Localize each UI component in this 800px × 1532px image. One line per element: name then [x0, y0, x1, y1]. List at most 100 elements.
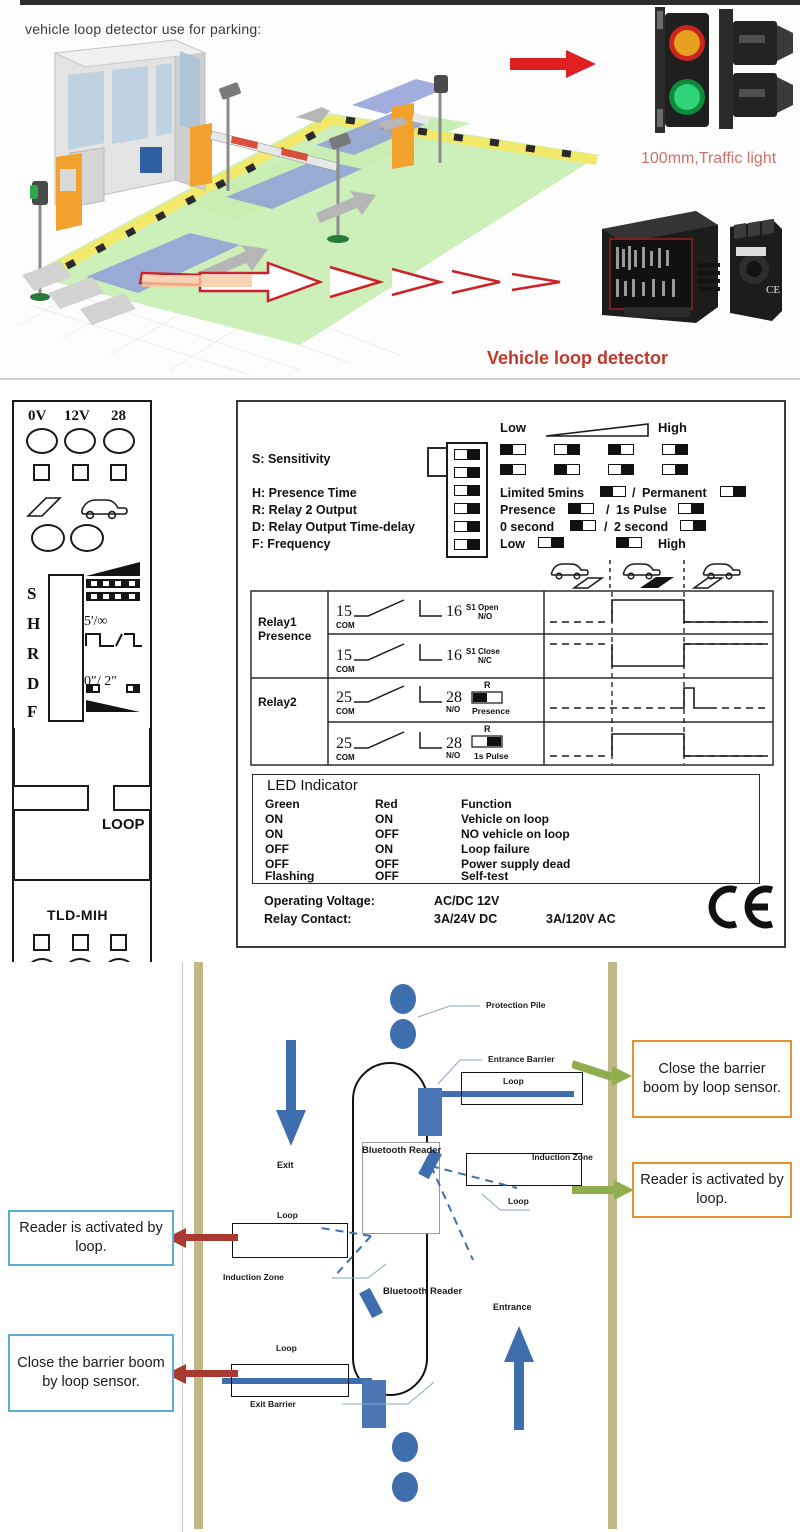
- parking-scene-photo-section: vehicle loop detector use for parking: 1…: [0, 5, 800, 378]
- terminal-square-2: [72, 464, 89, 481]
- dip-switch-window[interactable]: [48, 574, 84, 722]
- switch-function-d: D: Relay Output Time-delay: [252, 520, 415, 534]
- led-header-green: Green: [265, 797, 300, 811]
- led-r4-red: OFF: [375, 869, 399, 883]
- led-r2-green: OFF: [265, 842, 289, 856]
- led-r2-func: Loop failure: [461, 842, 530, 856]
- callout-close-barrier-left: Close the barrier boom by loop sensor.: [8, 1334, 174, 1412]
- entrance-direction-arrow: [504, 1326, 534, 1430]
- svg-text:16: 16: [446, 603, 462, 620]
- led-r2-red: ON: [375, 842, 393, 856]
- frequency-low-label: Low: [500, 537, 525, 551]
- frequency-sw-high: [616, 537, 642, 548]
- terminal-hole-0v: [26, 428, 58, 454]
- svg-text:25: 25: [336, 735, 352, 752]
- svg-text:CE: CE: [766, 284, 780, 296]
- svg-text:28: 28: [446, 689, 462, 706]
- panel-symbol-column: [85, 562, 142, 712]
- sensitivity-sw-1a: [500, 444, 526, 455]
- presence-time-sw-a: [600, 486, 626, 497]
- svg-text:16: 16: [446, 647, 462, 664]
- svg-text:COM: COM: [336, 665, 355, 674]
- dip-switch-6[interactable]: [454, 539, 480, 550]
- exit-direction-arrow: [276, 1040, 306, 1146]
- svg-text:COM: COM: [336, 753, 355, 762]
- entrance-label: Entrance: [493, 1302, 532, 1312]
- presence-time-sw-b: [720, 486, 746, 497]
- sensitivity-sw-4b: [662, 464, 688, 475]
- svg-text:R: R: [484, 724, 491, 734]
- operating-voltage-value: AC/DC 12V: [434, 894, 500, 908]
- led-indicator-title: LED Indicator: [267, 777, 358, 794]
- exit-label: Exit: [277, 1160, 294, 1170]
- terminal-hole-28: [103, 428, 135, 454]
- bottom-square-3: [110, 934, 127, 951]
- red-arrow-to-callout-4: [166, 1364, 238, 1384]
- svg-text:S1 Close: S1 Close: [466, 647, 500, 656]
- svg-text:R: R: [484, 680, 491, 690]
- symbol-time-delay: 0″/ 2″: [84, 674, 118, 689]
- callout-reader-activated-left: Reader is activated by loop.: [8, 1210, 174, 1266]
- entrance-barrier-label: Entrance Barrier: [488, 1054, 555, 1064]
- svg-text:25: 25: [336, 689, 352, 706]
- relay-timing-table: Relay1 Presence Relay2 15 COM 16 S1 Open…: [250, 590, 774, 766]
- model-name: TLD-MIH: [47, 907, 109, 923]
- loop-and-car-icons: [26, 497, 128, 520]
- traffic-light-caption: 100mm,Traffic light: [641, 150, 777, 167]
- vehicle-state-header-icons: [550, 560, 741, 592]
- induction-zone-label-left: Induction Zone: [223, 1272, 284, 1282]
- svg-text:N/O: N/O: [446, 751, 460, 760]
- green-arrow-to-callout-2: [572, 1180, 634, 1200]
- switch-function-h: H: Presence Time: [252, 486, 357, 500]
- bottom-square-2: [72, 934, 89, 951]
- led-hole-green: [31, 524, 65, 552]
- sensitivity-sw-1b: [500, 464, 526, 475]
- induction-zone-label-right: Induction Zone: [532, 1152, 593, 1162]
- callout-close-barrier-right: Close the barrier boom by loop sensor.: [632, 1040, 792, 1118]
- led-r0-red: ON: [375, 812, 393, 826]
- sensitivity-sw-3b: [608, 464, 634, 475]
- frequency-sw-low: [538, 537, 564, 548]
- svg-text:COM: COM: [336, 621, 355, 630]
- terminal-hole-12v: [64, 428, 96, 454]
- relay2-option-a: Presence: [500, 503, 556, 517]
- led-r1-green: ON: [265, 827, 283, 841]
- presence-time-separator: /: [632, 486, 636, 500]
- dip-switch-3[interactable]: [454, 485, 480, 496]
- svg-text:N/O: N/O: [478, 612, 492, 621]
- svg-text:Relay1: Relay1: [258, 615, 297, 629]
- specification-card: S: Sensitivity H: Presence Time R: Relay…: [236, 400, 786, 948]
- sensitivity-sw-3a: [608, 444, 634, 455]
- parking-layout-section: Loop Loop Loop Loop Bluetooth Reader Blu…: [0, 962, 800, 1532]
- sensitivity-low-label: Low: [500, 420, 526, 435]
- svg-text:15: 15: [336, 603, 352, 620]
- sensitivity-sw-2b: [554, 464, 580, 475]
- panel-letter-h: H: [27, 614, 41, 633]
- delay-sw-b: [680, 520, 706, 531]
- panel-letter-f: F: [27, 702, 38, 721]
- frequency-high-label: High: [658, 537, 686, 551]
- parking-lot-illustration: [19, 39, 600, 376]
- sensitivity-bracket: [427, 447, 446, 477]
- presence-time-option-b: Permanent: [642, 486, 707, 500]
- dip-switch-4[interactable]: [454, 503, 480, 514]
- dip-switch-1[interactable]: [454, 449, 480, 460]
- relay2-separator: /: [606, 503, 610, 517]
- bottom-square-1: [33, 934, 50, 951]
- exit-barrier-label: Exit Barrier: [250, 1399, 296, 1409]
- sensitivity-sw-2a: [554, 444, 580, 455]
- dip-switch-2[interactable]: [454, 467, 480, 478]
- green-arrow-to-callout-1: [572, 1060, 632, 1086]
- sensitivity-ramp-icon: [545, 423, 649, 437]
- terminal-square-1: [33, 464, 50, 481]
- switch-function-r: R: Relay 2 Output: [252, 503, 357, 517]
- svg-text:COM: COM: [336, 707, 355, 716]
- led-r0-func: Vehicle on loop: [461, 812, 550, 826]
- led-r4-func: Self-test: [461, 869, 509, 883]
- callout-reader-activated-right: Reader is activated by loop.: [632, 1162, 792, 1218]
- dip-switch-strip[interactable]: [446, 442, 488, 558]
- terminal-label-0v: 0V: [28, 408, 47, 424]
- detector-unit-face-diagram: 0V 12V 28 S H R D F 5'/∞ 0″/ 2″ LOOP TLD…: [12, 400, 152, 1012]
- svg-text:N/C: N/C: [478, 656, 492, 665]
- dip-switch-5[interactable]: [454, 521, 480, 532]
